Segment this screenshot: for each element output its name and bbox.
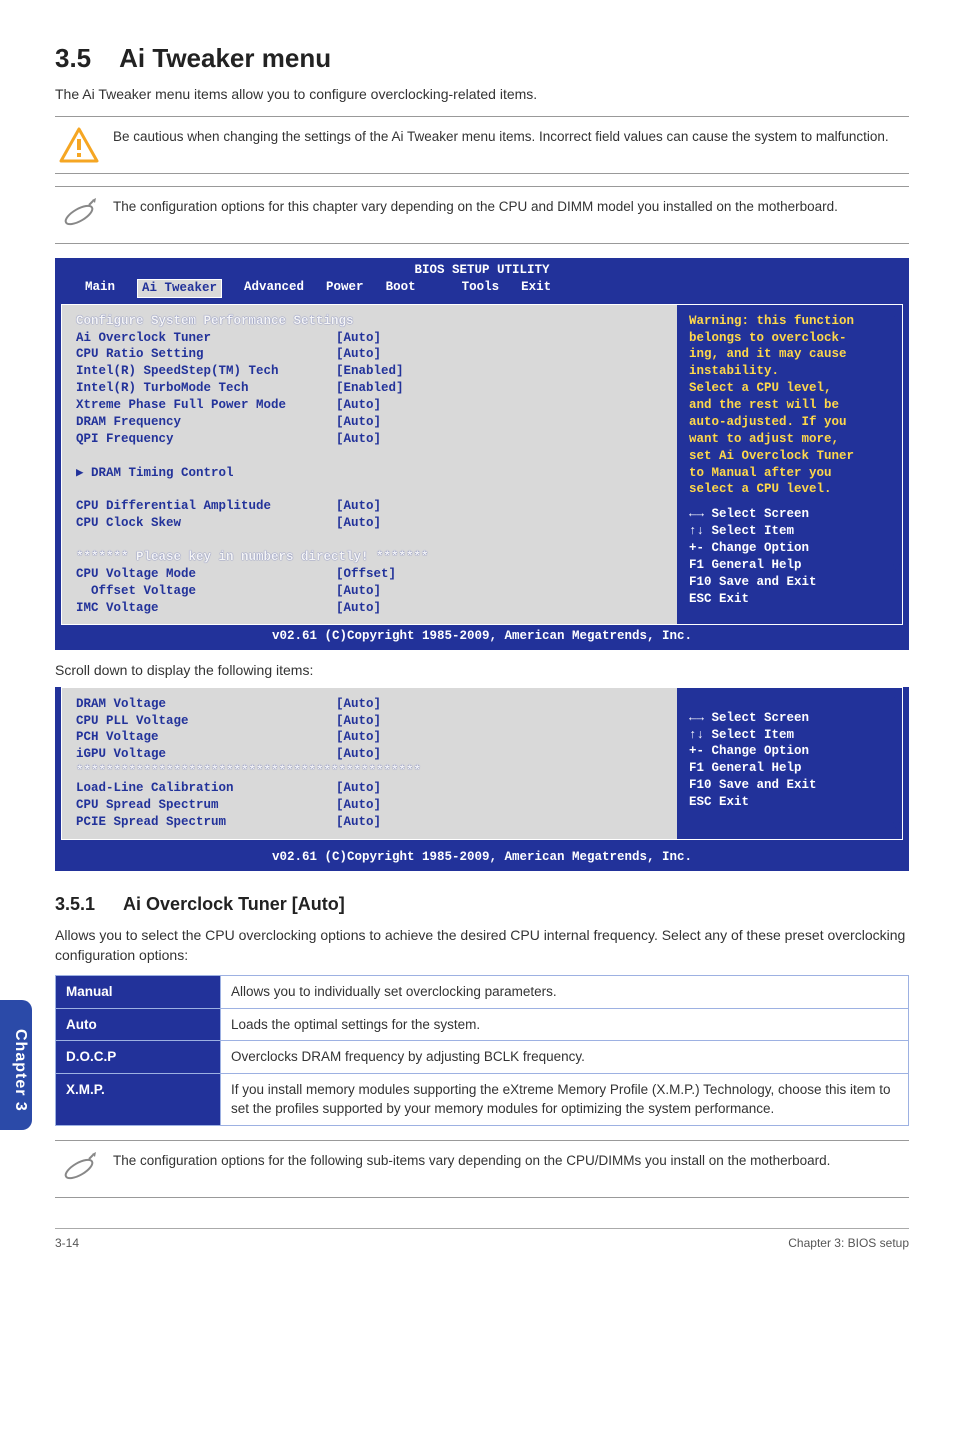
bios-title: BIOS SETUP UTILITY	[55, 258, 909, 279]
table-row: Manual Allows you to individually set ov…	[56, 976, 909, 1009]
bios-panel-main: BIOS SETUP UTILITY Main Ai Tweaker Advan…	[55, 258, 909, 650]
chapter-tab: Chapter 3	[0, 1000, 32, 1130]
bios-item[interactable]: Intel(R) SpeedStep(TM) Tech[Enabled]	[76, 363, 663, 380]
scroll-down-icon[interactable]: ▼	[892, 818, 900, 835]
table-row: D.O.C.P Overclocks DRAM frequency by adj…	[56, 1041, 909, 1074]
bios-settings-area[interactable]: Configure System Performance Settings Ai…	[62, 305, 677, 625]
option-key: D.O.C.P	[56, 1041, 221, 1074]
tab-tools[interactable]: Tools	[462, 279, 500, 298]
note-callout-1: The configuration options for this chapt…	[55, 186, 909, 244]
bios-item[interactable]: iGPU Voltage[Auto]	[76, 746, 663, 763]
page-footer: 3-14 Chapter 3: BIOS setup	[55, 1228, 909, 1252]
bios-panel-scroll: DRAM Voltage[Auto] CPU PLL Voltage[Auto]…	[55, 687, 909, 871]
intro-text: The Ai Tweaker menu items allow you to c…	[55, 84, 909, 104]
bios-item[interactable]: Load-Line Calibration[Auto]	[76, 780, 663, 797]
table-row: Auto Loads the optimal settings for the …	[56, 1008, 909, 1041]
bios-item[interactable]: IMC Voltage[Auto]	[76, 600, 663, 617]
bios-body-2: DRAM Voltage[Auto] CPU PLL Voltage[Auto]…	[61, 687, 903, 840]
bios-item[interactable]: CPU Spread Spectrum[Auto]	[76, 797, 663, 814]
page-number: 3-14	[55, 1235, 79, 1252]
scroll-up-icon[interactable]: ▲	[892, 309, 900, 326]
bios-item[interactable]: PCIE Spread Spectrum[Auto]	[76, 814, 663, 831]
bios-item[interactable]: Xtreme Phase Full Power Mode[Auto]	[76, 397, 663, 414]
subsection-number: 3.5.1	[55, 891, 95, 917]
bios-hint: ******* Please key in numbers directly! …	[76, 549, 663, 566]
tab-ai-tweaker[interactable]: Ai Tweaker	[137, 279, 222, 298]
option-key: Manual	[56, 976, 221, 1009]
help-keys-2: ←→ Select Screen ↑↓ Select Item +- Chang…	[689, 710, 892, 811]
option-value: If you install memory modules supporting…	[221, 1073, 909, 1125]
bios-submenu[interactable]: DRAM Timing Control	[76, 465, 663, 482]
note-text-2: The configuration options for the follow…	[113, 1151, 830, 1171]
help-keys: ←→ Select Screen ↑↓ Select Item +- Chang…	[689, 506, 892, 607]
page-chapter-label: Chapter 3: BIOS setup	[788, 1235, 909, 1252]
tab-main[interactable]: Main	[85, 279, 115, 298]
warning-callout: Be cautious when changing the settings o…	[55, 116, 909, 174]
subsection-desc: Allows you to select the CPU overclockin…	[55, 925, 909, 966]
note-callout-2: The configuration options for the follow…	[55, 1140, 909, 1198]
bios-help-pane-2: ▲ ←→ Select Screen ↑↓ Select Item +- Cha…	[677, 688, 902, 839]
bios-item[interactable]: QPI Frequency[Auto]	[76, 431, 663, 448]
section-number: 3.5	[55, 40, 91, 78]
section-heading: 3.5 Ai Tweaker menu	[55, 40, 909, 78]
option-key: Auto	[56, 1008, 221, 1041]
bios-item[interactable]: CPU Voltage Mode[Offset]	[76, 566, 663, 583]
help-warning-body: belongs to overclock- ing, and it may ca…	[689, 330, 892, 499]
option-key: X.M.P.	[56, 1073, 221, 1125]
scroll-note: Scroll down to display the following ite…	[55, 660, 909, 680]
bios-help-pane: ▲ Warning: this function belongs to over…	[677, 305, 902, 625]
warning-icon	[59, 127, 99, 163]
subsection-heading: 3.5.1 Ai Overclock Tuner [Auto]	[55, 891, 909, 917]
tab-power[interactable]: Power	[326, 279, 364, 298]
scroll-down-icon[interactable]: ▼	[892, 560, 900, 577]
scroll-up-icon[interactable]: ▲	[892, 690, 900, 707]
bios-item[interactable]: CPU Differential Amplitude[Auto]	[76, 498, 663, 515]
section-title: Ai Tweaker menu	[119, 43, 331, 73]
bios-settings-area-2[interactable]: DRAM Voltage[Auto] CPU PLL Voltage[Auto]…	[62, 688, 677, 839]
bios-item[interactable]: Intel(R) TurboMode Tech[Enabled]	[76, 380, 663, 397]
panel-heading: Configure System Performance Settings	[76, 313, 663, 330]
bios-item[interactable]: Ai Overclock Tuner[Auto]	[76, 330, 663, 347]
note-icon	[59, 197, 99, 233]
option-value: Allows you to individually set overclock…	[221, 976, 909, 1009]
bios-item[interactable]: DRAM Voltage[Auto]	[76, 696, 663, 713]
warning-text: Be cautious when changing the settings o…	[113, 127, 889, 147]
tab-boot[interactable]: Boot	[386, 279, 416, 298]
bios-body: Configure System Performance Settings Ai…	[61, 304, 903, 626]
options-table: Manual Allows you to individually set ov…	[55, 975, 909, 1126]
bios-item[interactable]: CPU Ratio Setting[Auto]	[76, 346, 663, 363]
bios-item[interactable]: Offset Voltage[Auto]	[76, 583, 663, 600]
bios-item[interactable]: DRAM Frequency[Auto]	[76, 414, 663, 431]
bios-divider: ****************************************…	[76, 763, 663, 780]
bios-tabs[interactable]: Main Ai Tweaker Advanced Power Boot Tool…	[55, 279, 909, 304]
bios-item[interactable]: CPU Clock Skew[Auto]	[76, 515, 663, 532]
note-icon	[59, 1151, 99, 1187]
help-warning-title: Warning: this function	[689, 313, 892, 330]
bios-item[interactable]: PCH Voltage[Auto]	[76, 729, 663, 746]
note-text-1: The configuration options for this chapt…	[113, 197, 838, 217]
option-value: Overclocks DRAM frequency by adjusting B…	[221, 1041, 909, 1074]
tab-exit[interactable]: Exit	[521, 279, 551, 298]
bios-footer-2: v02.61 (C)Copyright 1985-2009, American …	[55, 846, 909, 871]
subsection-title: Ai Overclock Tuner [Auto]	[123, 894, 345, 914]
tab-advanced[interactable]: Advanced	[244, 279, 304, 298]
bios-footer: v02.61 (C)Copyright 1985-2009, American …	[55, 625, 909, 650]
bios-item[interactable]: CPU PLL Voltage[Auto]	[76, 713, 663, 730]
table-row: X.M.P. If you install memory modules sup…	[56, 1073, 909, 1125]
option-value: Loads the optimal settings for the syste…	[221, 1008, 909, 1041]
